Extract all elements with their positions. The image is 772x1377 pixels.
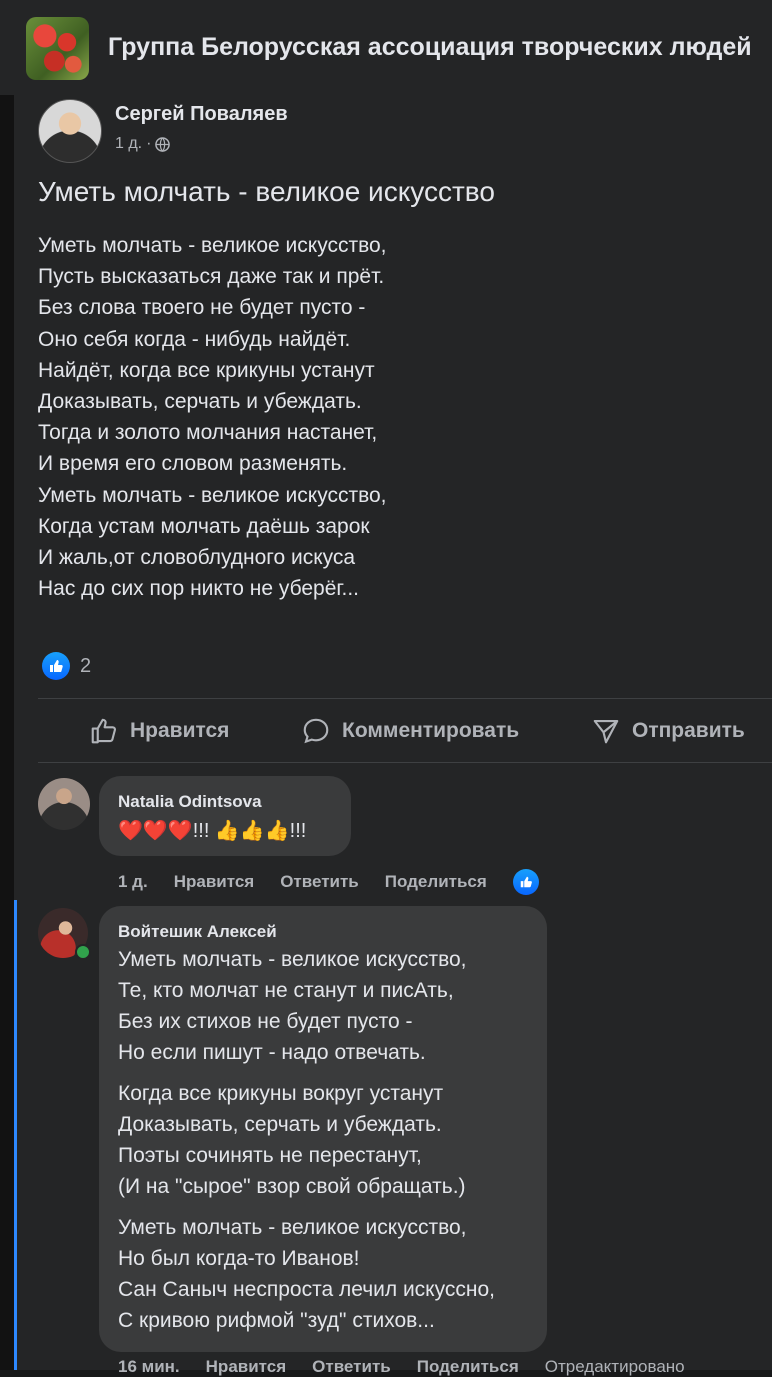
poem-line: Когда устам молчать даёшь зарок — [38, 514, 370, 538]
post-author[interactable]: Сергей Поваляев — [115, 103, 288, 126]
author-avatar[interactable] — [38, 99, 102, 163]
comment-reply-button[interactable]: Ответить — [280, 872, 359, 892]
comment-line: Доказывать, серчать и убеждать. — [118, 1113, 442, 1136]
comment-time[interactable]: 16 мин. — [118, 1357, 180, 1377]
like-reaction-icon[interactable] — [512, 869, 539, 895]
comment-text: ❤️❤️❤️!!! 👍👍👍!!! — [118, 820, 307, 842]
reaction-summary[interactable]: 2 — [42, 652, 91, 680]
poem-line: Доказывать, серчать и убеждать. — [38, 390, 362, 414]
comment-share-button[interactable]: Поделиться — [385, 872, 487, 892]
comment-share-button[interactable]: Поделиться — [417, 1357, 519, 1377]
commenter-name[interactable]: Natalia Odintsova — [118, 792, 262, 812]
post-meta: 1 д. · — [115, 135, 171, 153]
like-reaction-icon — [42, 652, 70, 680]
share-button[interactable]: Отправить — [590, 716, 745, 746]
poem-line: Нас до сих пор никто не уберёг... — [38, 577, 359, 601]
comment-line: Но если пишут - надо отвечать. — [118, 1041, 426, 1064]
comment-line: Сан Саныч неспроста лечил искуссно, — [118, 1278, 495, 1301]
comment-label: Комментировать — [342, 719, 520, 742]
comment-line: Поэты сочинять не перестанут, — [118, 1144, 422, 1167]
post-title: Уметь молчать - великое искусство — [38, 176, 495, 207]
globe-icon — [155, 136, 171, 152]
meta-separator: · — [146, 135, 152, 152]
thread-line — [14, 900, 17, 1370]
group-header: Группа Белорусская ассоциация творческих… — [0, 0, 772, 96]
divider — [38, 698, 772, 699]
left-gutter — [0, 95, 14, 1370]
divider — [38, 762, 772, 763]
post-body: Уметь молчать - великое искусство, Пусть… — [38, 230, 387, 604]
comment-line: Уметь молчать - великое искусство, — [118, 948, 467, 971]
comment-like-button[interactable]: Нравится — [174, 872, 255, 892]
comment-bubble: Войтешик Алексей Уметь молчать - великое… — [99, 906, 547, 1352]
commenter-name[interactable]: Войтешик Алексей — [118, 922, 277, 942]
comment-icon — [303, 718, 329, 744]
edited-label: Отредактировано — [544, 1357, 685, 1376]
like-button[interactable]: Нравится — [88, 716, 229, 746]
comment-line: Но был когда-то Иванов! — [118, 1247, 360, 1270]
thumbs-up-icon — [91, 718, 117, 744]
reaction-count: 2 — [80, 654, 92, 677]
poem-line: Пусть высказаться даже так и прёт. — [38, 265, 385, 289]
share-label: Отправить — [632, 719, 745, 742]
comment-text: Уметь молчать - великое искусство, Те, к… — [118, 944, 495, 1336]
commenter-avatar[interactable] — [38, 778, 90, 830]
comment-bubble: Natalia Odintsova ❤️❤️❤️!!! 👍👍👍!!! — [99, 776, 351, 856]
poem-line: Оно себя когда - нибудь найдёт. — [38, 327, 351, 351]
comment-meta: 16 мин. Нравится Ответить Поделиться Отр… — [118, 1357, 711, 1377]
poem-line: И время его словом разменять. — [38, 452, 348, 476]
like-label: Нравится — [130, 719, 230, 742]
comment-line: С кривою рифмой "зуд" стихов... — [118, 1309, 435, 1332]
send-icon — [593, 719, 619, 744]
group-title[interactable]: Группа Белорусская ассоциация творческих… — [108, 33, 752, 62]
poem-line: Уметь молчать - великое искусство, — [38, 483, 387, 507]
comment-line: Те, кто молчат не станут и писАть, — [118, 979, 454, 1002]
comment-meta: 1 д. Нравится Ответить Поделиться — [118, 869, 539, 895]
comment-time[interactable]: 1 д. — [118, 872, 148, 892]
poem-line: Уметь молчать - великое искусство, — [38, 234, 387, 257]
comment-line: (И на "сырое" взор свой обращать.) — [118, 1175, 466, 1198]
comment-like-button[interactable]: Нравится — [206, 1357, 287, 1377]
poem-line: Без слова твоего не будет пусто - — [38, 296, 366, 320]
comment-line: Без их стихов не будет пусто - — [118, 1010, 413, 1033]
poem-line: Тогда и золото молчания настанет, — [38, 421, 378, 445]
post-actions: Нравится Комментировать Отправить — [38, 708, 772, 758]
group-cover-image[interactable] — [26, 17, 89, 80]
post-time[interactable]: 1 д. — [115, 135, 142, 153]
comment-line: Уметь молчать - великое искусство, — [118, 1216, 467, 1239]
poem-line: Найдёт, когда все крикуны устанут — [38, 358, 375, 382]
comment-line: Когда все крикуны вокруг устанут — [118, 1082, 444, 1105]
online-status-dot — [75, 944, 91, 960]
comment-reply-button[interactable]: Ответить — [312, 1357, 391, 1377]
comment-button[interactable]: Комментировать — [300, 716, 519, 746]
poem-line: И жаль,от словоблудного искуса — [38, 546, 356, 570]
